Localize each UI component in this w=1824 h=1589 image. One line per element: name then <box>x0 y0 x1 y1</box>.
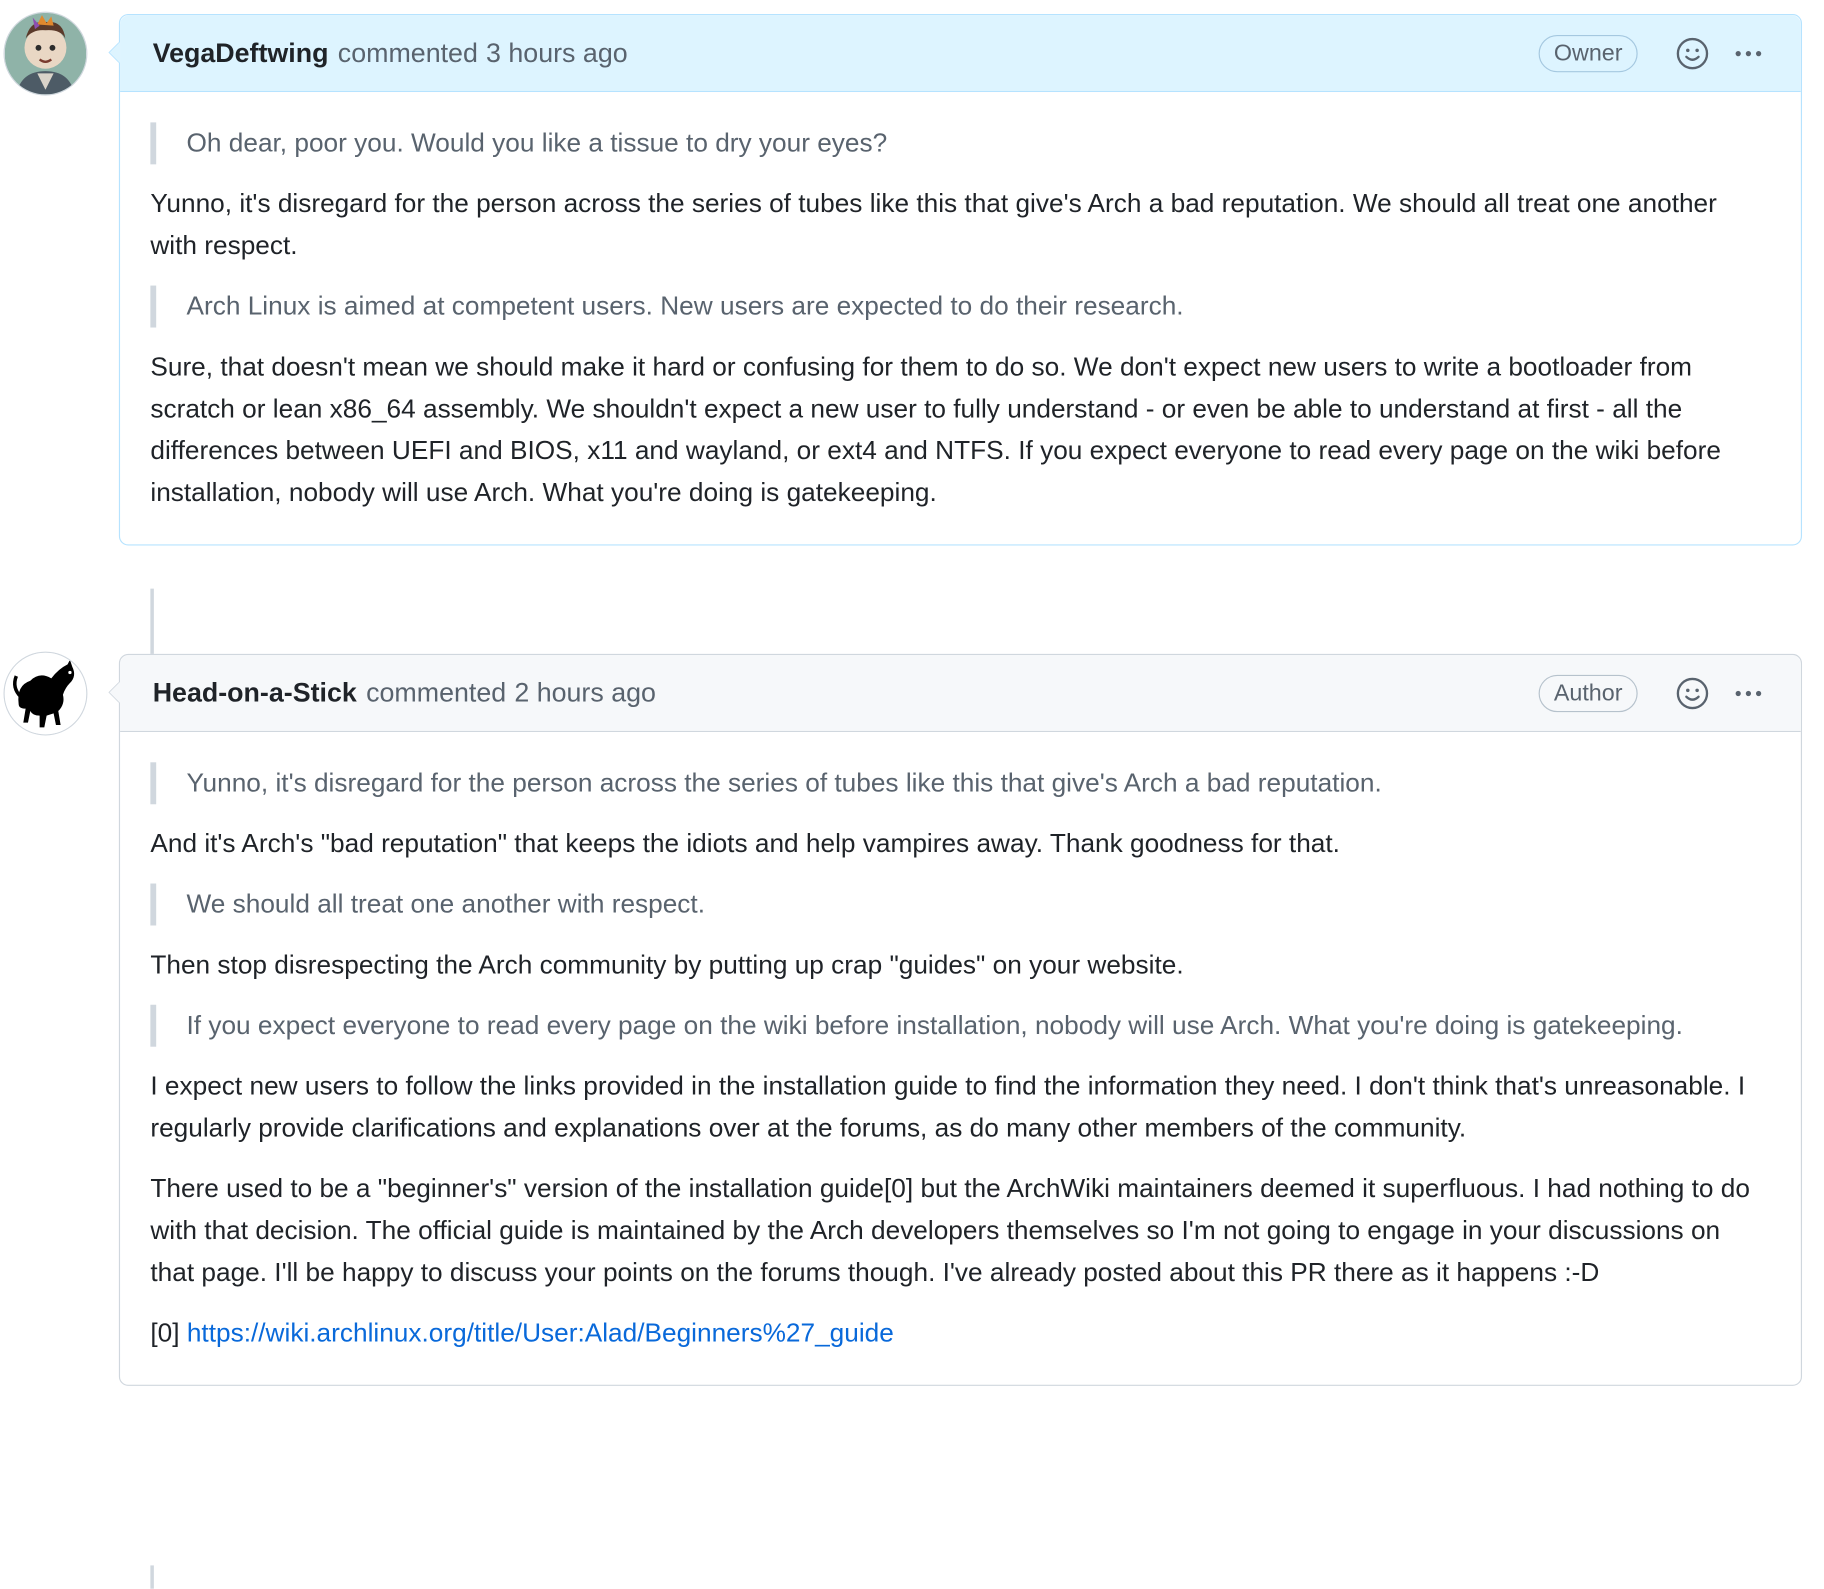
reference-link[interactable]: https://wiki.archlinux.org/title/User:Al… <box>187 1318 894 1347</box>
comment-head-on-a-stick: Head-on-a-Stick commented 2 hours ago Au… <box>108 653 1803 1386</box>
reference-line: [0] https://wiki.archlinux.org/title/Use… <box>150 1312 1768 1354</box>
comment-header: Head-on-a-Stick commented 2 hours ago Au… <box>120 655 1801 732</box>
comment-body: Oh dear, poor you. Would you like a tiss… <box>120 92 1801 544</box>
comment-timestamp[interactable]: 2 hours ago <box>514 677 656 708</box>
avatar-head-on-a-stick[interactable] <box>4 652 87 735</box>
comment-author-link[interactable]: VegaDeftwing <box>153 37 329 68</box>
kebab-horizontal-icon <box>1735 690 1762 696</box>
comment-timestamp[interactable]: 3 hours ago <box>486 37 628 68</box>
timeline-connector <box>150 1565 154 1589</box>
comment-menu-button[interactable] <box>1729 33 1769 73</box>
add-reaction-button[interactable] <box>1673 673 1713 713</box>
comment-action: commented <box>366 677 507 708</box>
kebab-horizontal-icon <box>1735 50 1762 56</box>
comment-paragraph: Sure, that doesn't mean we should make i… <box>150 352 1721 508</box>
comment-paragraph: Yunno, it's disregard for the person acr… <box>150 188 1717 260</box>
quote-block: Oh dear, poor you. Would you like a tiss… <box>150 122 1768 165</box>
reference-prefix: [0] <box>150 1318 180 1348</box>
smiley-icon <box>1676 677 1709 709</box>
comment-vegadeftwing: VegaDeftwing commented 3 hours ago Owner <box>108 13 1803 546</box>
comment-paragraph: I expect new users to follow the links p… <box>150 1071 1746 1143</box>
comment-header: VegaDeftwing commented 3 hours ago Owner <box>120 15 1801 93</box>
quote-block: If you expect everyone to read every pag… <box>150 1004 1768 1047</box>
add-reaction-button[interactable] <box>1673 33 1713 73</box>
quote-block: Yunno, it's disregard for the person acr… <box>150 762 1768 805</box>
avatar-vegadeftwing[interactable] <box>4 12 87 95</box>
comment-paragraph: There used to be a "beginner's" version … <box>150 1173 1750 1287</box>
quote-block: We should all treat one another with res… <box>150 883 1768 926</box>
comment-paragraph: Then stop disrespecting the Arch communi… <box>150 949 1184 980</box>
role-badge: Owner <box>1538 34 1638 72</box>
comment-body: Yunno, it's disregard for the person acr… <box>120 732 1801 1385</box>
comment-action: commented <box>337 37 478 68</box>
role-badge: Author <box>1538 674 1638 712</box>
comment-paragraph: And it's Arch's "bad reputation" that ke… <box>150 828 1340 858</box>
comment-author-link[interactable]: Head-on-a-Stick <box>153 677 357 708</box>
timeline-connector <box>150 588 154 654</box>
quote-block: Arch Linux is aimed at competent users. … <box>150 285 1768 328</box>
comment-menu-button[interactable] <box>1729 673 1769 713</box>
smiley-icon <box>1676 37 1709 69</box>
